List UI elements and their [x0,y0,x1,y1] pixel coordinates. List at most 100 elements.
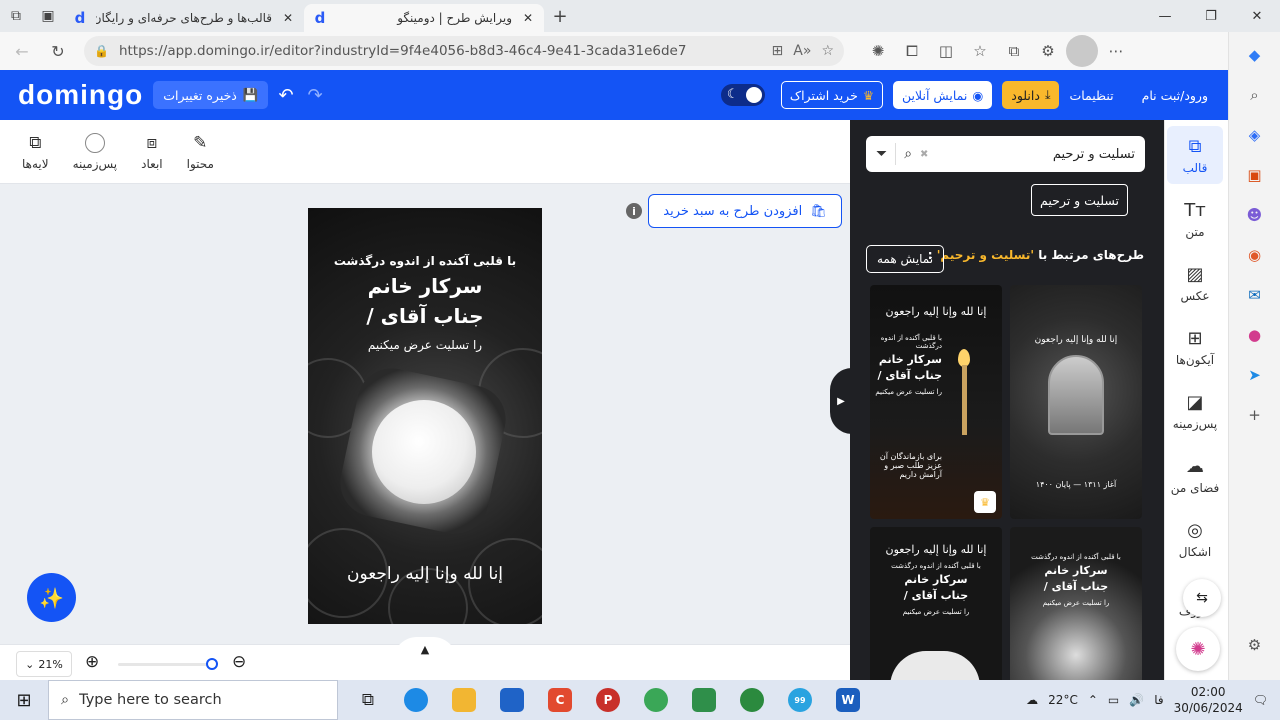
favorite-star-icon[interactable]: ☆ [821,43,834,59]
layers-tool[interactable]: ⧉ لایه‌ها [22,133,49,171]
store-icon[interactable] [488,680,536,720]
collapse-panel-button[interactable]: ▲ [393,637,457,661]
domingo-logo[interactable]: domingo [18,79,143,111]
dark-mode-toggle[interactable]: ☾ [720,84,765,106]
content-tool[interactable]: ✎ محتوا [187,133,214,171]
globe-icon[interactable] [728,680,776,720]
show-all-button[interactable]: نمایش همه [866,245,945,273]
add-to-cart-button[interactable]: افزودن طرح به سبد خرید 🛍 [648,194,842,228]
tools-briefcase-icon[interactable]: ▣ [1240,160,1270,190]
settings-link[interactable]: تنظیمات [1069,88,1113,103]
template-search[interactable]: ⏷ ⌕ ✖ تسلیت و ترحیم [866,136,1145,172]
zoom-select[interactable]: ⌄ 21% [16,651,72,677]
subscribe-button[interactable]: خرید اشتراک ♛ [780,81,884,109]
tab-templates[interactable]: d قالب‌ها و طرح‌های حرفه‌ای و رایگان ✕ [64,4,304,32]
new-tab-button[interactable]: + [544,2,576,30]
chevron-up-icon[interactable]: ⌃ [1088,693,1098,707]
shopping-tag-icon[interactable]: ◈ [1240,120,1270,150]
tab-actions-icon[interactable]: ▣ [32,0,64,32]
rail-template[interactable]: ⧉ قالب [1167,126,1223,184]
rail-shapes[interactable]: ◎ اشکال [1167,510,1223,568]
canva-like-icon[interactable]: C [536,680,584,720]
copilot-icon[interactable]: ◆ [1240,40,1270,70]
rail-my-space[interactable]: ☁ فضای من [1167,446,1223,504]
copilot-brain-icon[interactable]: ✺ [862,35,894,67]
info-icon[interactable]: i [626,203,642,219]
taskbar-search[interactable]: ⌕ Type here to search [48,680,338,720]
rail-text[interactable]: Tт متن [1167,190,1223,248]
save-changes-button[interactable]: ذخیره تغییرات 💾 [153,81,269,109]
sidebar-settings-icon[interactable]: ⚙ [1240,630,1270,660]
clock[interactable]: 02:00 30/06/2024 [1174,684,1243,716]
undo-icon[interactable]: ↶ [278,85,293,106]
online-preview-button[interactable]: نمایش آنلاین ◉ [893,81,993,109]
close-tab-icon[interactable]: ✕ [520,11,536,25]
toggle-panel-button[interactable]: ▶ [830,368,852,434]
drop-icon[interactable]: ● [1240,320,1270,350]
close-tab-icon[interactable]: ✕ [280,11,296,25]
translate-button[interactable]: ⇆ [1183,579,1221,617]
edge-icon[interactable] [392,680,440,720]
template-card[interactable]: إنا لله وإنا إليه راجعون با قلبی آکنده ا… [870,527,1002,680]
send-icon[interactable]: ➤ [1240,360,1270,390]
volume-icon[interactable]: 🔊 [1129,693,1144,707]
ai-assistant-button[interactable]: ✺ [1176,627,1220,671]
restore-icon[interactable]: ❐ [1188,0,1234,32]
favorites-icon[interactable]: ☆ [964,35,996,67]
search-icon[interactable]: ⌕ [904,146,912,162]
background-tool[interactable]: پس‌زمینه [73,132,117,171]
word-icon[interactable]: W [824,680,872,720]
file-explorer-icon[interactable] [440,680,488,720]
zoom-slider-thumb[interactable] [206,658,218,670]
login-link[interactable]: ورود/ثبت نام [1142,88,1208,103]
extensions-icon[interactable]: ⧠ [896,35,928,67]
zoom-in-icon[interactable]: ⊕ [85,652,99,672]
filter-icon[interactable]: ⏷ [876,146,887,162]
workspaces-icon[interactable]: ⧉ [0,0,32,32]
back-icon[interactable]: ← [6,35,38,67]
template-card[interactable]: إنا لله وإنا إليه راجعون با قلبی آکنده ا… [870,285,1002,519]
notifications-icon[interactable]: 🗨 [1253,693,1268,707]
download-button[interactable]: دانلود ⤓ [1002,81,1060,109]
read-aloud-icon[interactable]: A» [793,43,811,59]
apps-icon[interactable]: ⊞ [772,43,784,59]
dimensions-tool[interactable]: ⧈ ابعاد [141,133,162,171]
people-icon[interactable]: ☻ [1240,200,1270,230]
design-condolence-line[interactable]: را تسلیت عرض میکنیم [308,338,542,352]
lock-icon[interactable]: 🔒 [94,44,109,58]
rail-background[interactable]: ◪ پس‌زمینه [1167,382,1223,440]
weather-icon[interactable]: ☁ [1026,693,1038,707]
task-view-icon[interactable]: ⧉ [344,680,392,720]
design-canvas[interactable]: با قلبی آکنده از اندوه درگذشت سرکار خانم… [308,208,542,624]
redo-icon[interactable]: ↷ [308,85,323,106]
office-icon[interactable]: ◉ [1240,240,1270,270]
windows-start-icon[interactable]: ⊞ [0,680,48,720]
zoom-slider[interactable] [118,658,218,670]
network-icon[interactable]: ▭ [1108,693,1119,707]
zoom-out-icon[interactable]: ⊖ [232,652,246,672]
url-text[interactable]: https://app.domingo.ir/editor?industryId… [119,43,762,59]
url-field[interactable]: 🔒 https://app.domingo.ir/editor?industry… [84,36,844,66]
design-verse[interactable]: إنا لله وإنا إليه راجعون [308,564,542,584]
add-sidebar-app-icon[interactable]: + [1240,400,1270,430]
design-title-line1[interactable]: سرکار خانم [308,274,542,298]
template-card[interactable]: إنا لله وإنا إليه راجعون آغاز ۱۳۱۱ — پای… [1010,285,1142,519]
design-title-line2[interactable]: / جناب آقای [308,304,542,328]
telegram-icon[interactable]: 99 [776,680,824,720]
template-card[interactable]: با قلبی آکنده از اندوه درگذشت سرکار خانم… [1010,527,1142,680]
magic-wand-button[interactable]: ✨ [27,573,76,622]
rail-photo[interactable]: ▨ عکس [1167,254,1223,312]
keyword-chip[interactable]: تسلیت و ترحیم [1031,184,1128,216]
profile-icon[interactable] [1066,35,1098,67]
design-subtitle[interactable]: با قلبی آکنده از اندوه درگذشت [308,254,542,268]
clear-search-icon[interactable]: ✖ [920,149,928,160]
search-input[interactable]: تسلیت و ترحیم [936,147,1135,162]
chrome-icon[interactable] [632,680,680,720]
rail-icons[interactable]: ⊞ آیکون‌ها [1167,318,1223,376]
collections-icon[interactable]: ⧉ [998,35,1030,67]
split-screen-icon[interactable]: ◫ [930,35,962,67]
more-icon[interactable]: ⋯ [1100,35,1132,67]
minimize-icon[interactable]: — [1142,0,1188,32]
tab-editor[interactable]: d ویرایش طرح | دومینگو ✕ [304,4,544,32]
weather-temp[interactable]: 22°C [1048,693,1078,707]
